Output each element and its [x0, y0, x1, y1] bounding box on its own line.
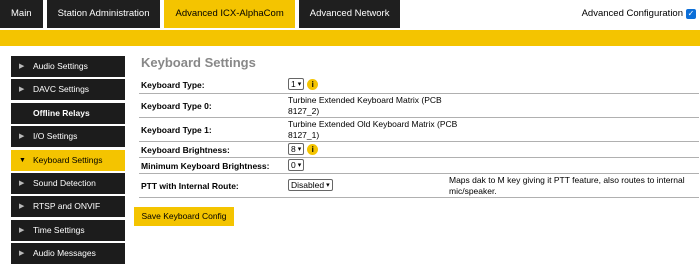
sidebar-item-offline-relays[interactable]: Offline Relays — [11, 102, 125, 124]
sidebar-item-audio-messages[interactable]: ▶ Audio Messages — [11, 243, 125, 265]
sidebar-item-io-settings[interactable]: ▶ I/O Settings — [11, 126, 125, 148]
chevron-right-icon: ▶ — [19, 226, 25, 234]
keyboard-type-1-value: Turbine Extended Old Keyboard Matrix (PC… — [288, 119, 458, 140]
sidebar-item-label: Offline Relays — [33, 107, 90, 118]
keyboard-type-0-value: Turbine Extended Keyboard Matrix (PCB 81… — [288, 95, 442, 116]
advanced-configuration-label: Advanced Configuration — [581, 8, 683, 19]
sidebar-item-label: Keyboard Settings — [33, 154, 103, 165]
top-navigation: Main Station Administration Advanced ICX… — [0, 0, 404, 28]
info-icon[interactable]: i — [307, 78, 319, 90]
sidebar-item-time-settings[interactable]: ▶ Time Settings — [11, 219, 125, 241]
chevron-right-icon: ▶ — [19, 86, 25, 94]
ptt-with-internal-route-value: Disabled ▾ — [288, 179, 333, 191]
chevron-right-icon: ▶ — [19, 203, 25, 211]
keyboard-brightness-label: Keyboard Brightness: — [141, 145, 230, 155]
keyboard-type-0-label: Keyboard Type 0: — [141, 101, 212, 111]
chevron-right-icon: ▶ — [19, 179, 25, 187]
save-keyboard-config-button[interactable]: Save Keyboard Config — [134, 207, 234, 226]
header-accent-bar — [0, 30, 700, 46]
advanced-configuration-toggle[interactable]: Advanced Configuration ✓ — [582, 8, 696, 19]
tab-main[interactable]: Main — [0, 0, 43, 28]
settings-table: Keyboard Type: 1 ▾ i Keyboard Type 0: Turb… — [139, 75, 699, 198]
sidebar-item-rtsp-and-onvif[interactable]: ▶ RTSP and ONVIF — [11, 196, 125, 218]
sidebar-item-audio-settings[interactable]: ▶ Audio Settings — [11, 56, 125, 77]
ptt-with-internal-route-label: PTT with Internal Route: — [141, 181, 239, 191]
minimum-keyboard-brightness-select[interactable]: 0 ▾ — [288, 159, 305, 171]
keyboard-type-1-label: Keyboard Type 1: — [141, 125, 212, 135]
minimum-keyboard-brightness-value: 0 ▾ — [288, 159, 305, 171]
advanced-configuration-checkbox[interactable]: ✓ — [686, 8, 696, 19]
sidebar-item-label: Audio Messages — [33, 248, 96, 259]
ptt-description: Maps dak to M key giving it PTT feature,… — [449, 175, 685, 196]
sidebar-item-sound-detection[interactable]: ▶ Sound Detection — [11, 172, 125, 194]
sidebar-item-label: DAVC Settings — [33, 84, 90, 95]
row-keyboard-type-1: Keyboard Type 1: Turbine Extended Old Ke… — [139, 118, 699, 142]
chevron-down-icon: ▾ — [297, 80, 302, 88]
info-icon[interactable]: i — [307, 143, 319, 155]
minimum-keyboard-brightness-label: Minimum Keyboard Brightness: — [141, 161, 270, 171]
row-keyboard-brightness: Keyboard Brightness: 8 ▾ i — [139, 142, 699, 158]
chevron-down-icon: ▾ — [297, 145, 302, 153]
keyboard-type-select[interactable]: 1 ▾ — [288, 78, 305, 90]
ptt-with-internal-route-select[interactable]: Disabled ▾ — [288, 179, 333, 191]
chevron-down-icon: ▾ — [297, 161, 302, 169]
sidebar-item-label: I/O Settings — [33, 131, 78, 142]
row-minimum-keyboard-brightness: Minimum Keyboard Brightness: 0 ▾ — [139, 158, 699, 174]
sidebar-item-label: Time Settings — [33, 224, 85, 235]
row-keyboard-type: Keyboard Type: 1 ▾ i — [139, 75, 699, 94]
sidebar-item-label: Sound Detection — [33, 177, 96, 188]
keyboard-brightness-value: 8 ▾ i — [288, 143, 319, 155]
sidebar: ▶ Audio Settings ▶ DAVC Settings Offline… — [11, 56, 125, 267]
keyboard-type-value: 1 ▾ i — [288, 78, 319, 90]
tab-advanced-icx-alphacom[interactable]: Advanced ICX-AlphaCom — [164, 0, 295, 28]
chevron-down-icon: ▼ — [19, 156, 26, 164]
keyboard-type-label: Keyboard Type: — [141, 80, 205, 90]
sidebar-item-label: RTSP and ONVIF — [33, 201, 101, 212]
page-title: Keyboard Settings — [141, 55, 256, 70]
sidebar-item-davc-settings[interactable]: ▶ DAVC Settings — [11, 79, 125, 101]
sidebar-item-keyboard-settings[interactable]: ▼ Keyboard Settings — [11, 149, 125, 171]
chevron-right-icon: ▶ — [19, 133, 25, 141]
tab-advanced-network[interactable]: Advanced Network — [298, 0, 401, 28]
chevron-right-icon: ▶ — [19, 63, 25, 70]
sidebar-item-label: Audio Settings — [33, 61, 88, 71]
row-keyboard-type-0: Keyboard Type 0: Turbine Extended Keyboa… — [139, 94, 699, 118]
chevron-down-icon: ▾ — [326, 181, 330, 189]
tab-station-administration[interactable]: Station Administration — [46, 0, 161, 28]
chevron-right-icon: ▶ — [19, 250, 25, 258]
row-ptt-with-internal-route: PTT with Internal Route: Disabled ▾ Maps … — [139, 174, 699, 198]
keyboard-brightness-select[interactable]: 8 ▾ — [288, 143, 305, 155]
